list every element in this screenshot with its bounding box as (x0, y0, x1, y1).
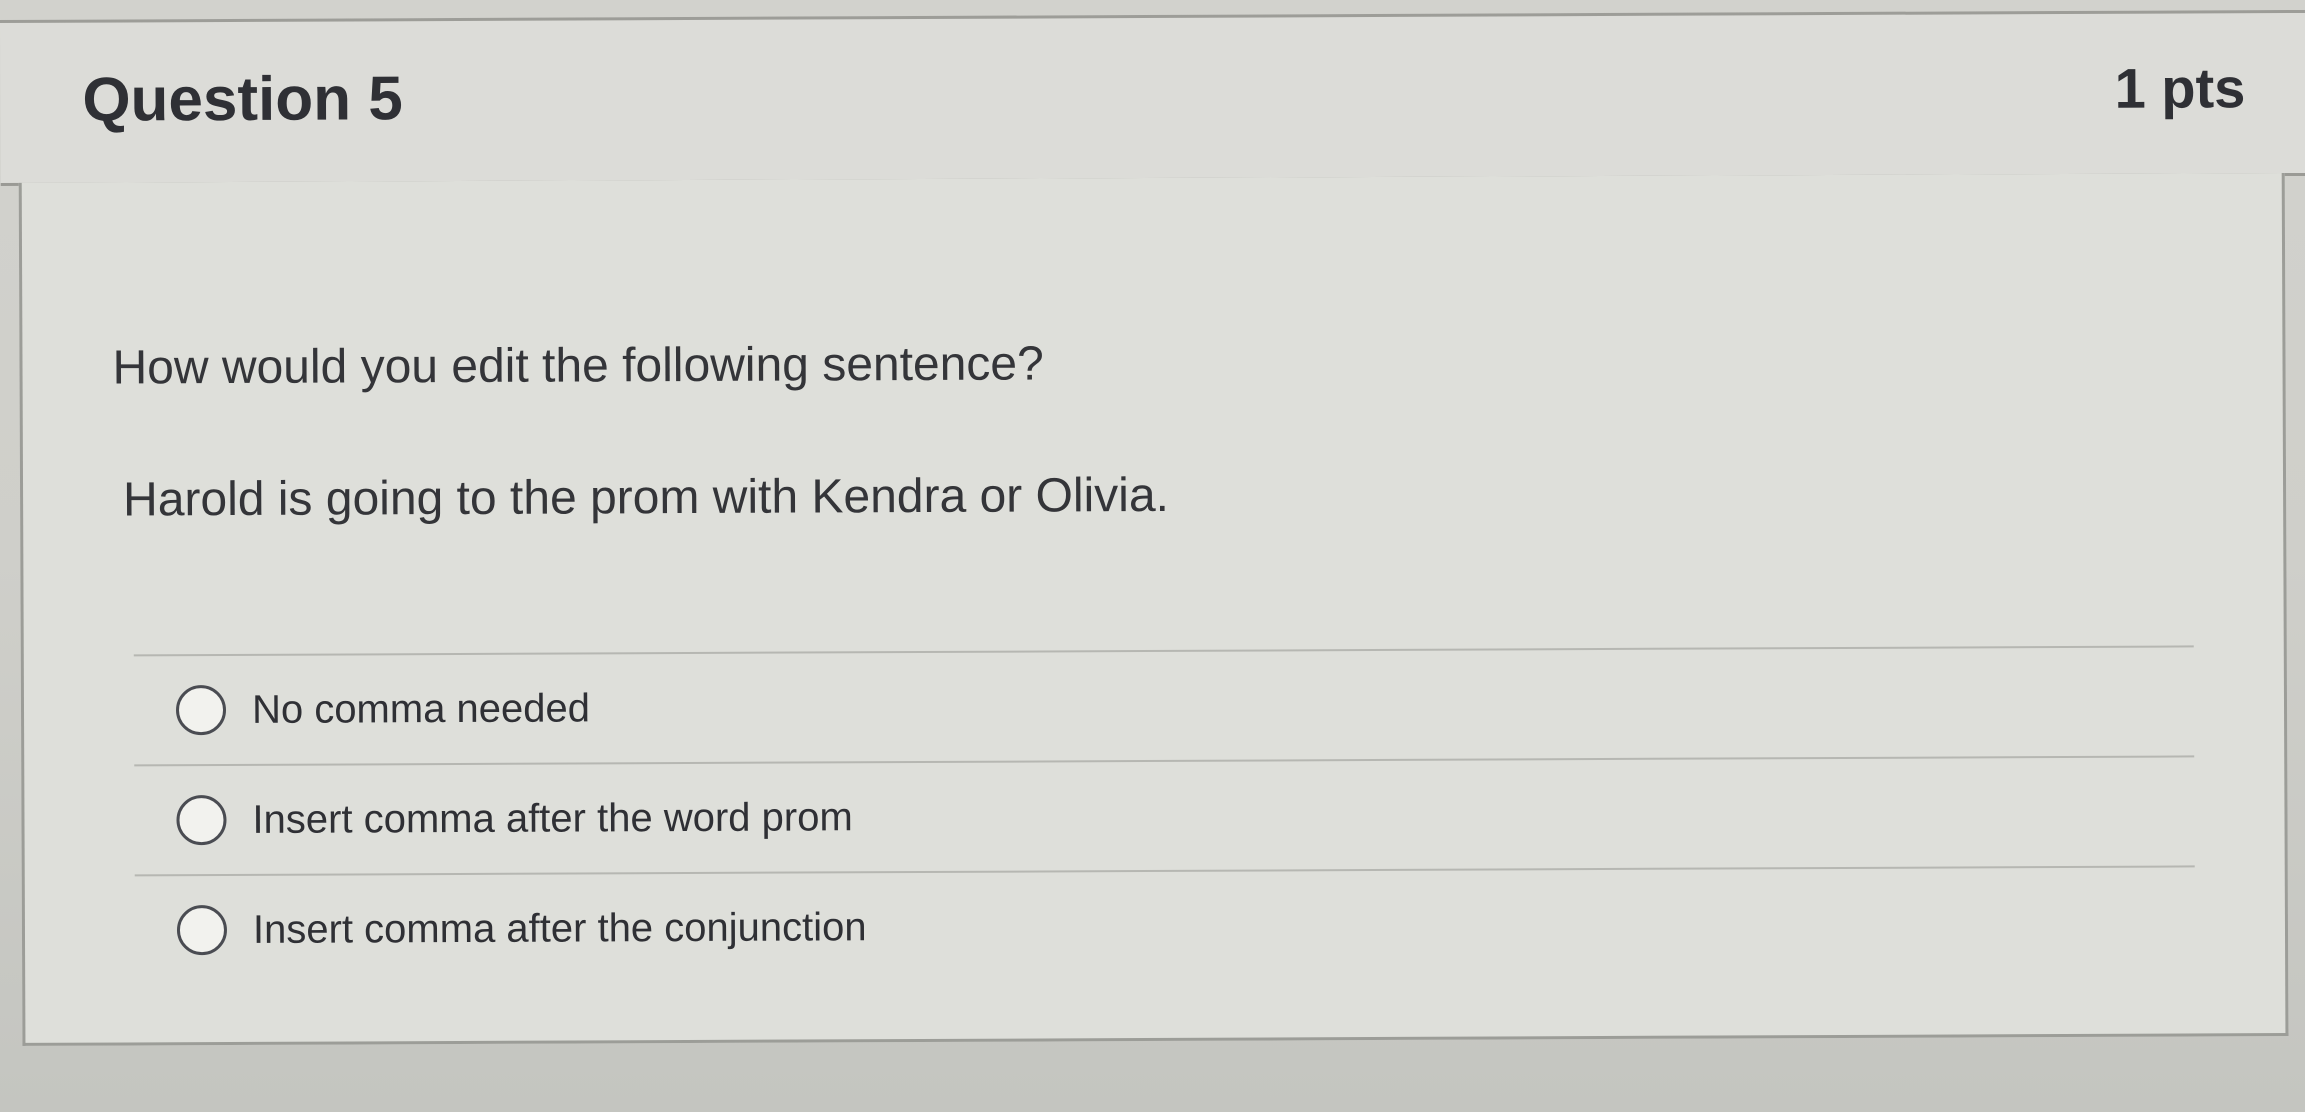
question-card: Question 5 1 pts How would you edit the … (0, 9, 2305, 1050)
answer-option-no-comma[interactable]: No comma needed (134, 647, 2194, 764)
answer-label: No comma needed (251, 685, 591, 732)
answer-label: Insert comma after the conjunction (252, 904, 867, 952)
question-title: Question 5 (82, 64, 403, 135)
radio-button-icon[interactable] (175, 685, 227, 736)
question-header: Question 5 1 pts (0, 9, 2305, 186)
question-body: How would you edit the following sentenc… (18, 173, 2289, 1046)
answer-list: No comma needed Insert comma after the w… (133, 645, 2195, 984)
radio-button-icon[interactable] (176, 795, 227, 846)
question-sentence: Harold is going to the prom with Kendra … (122, 468, 1170, 527)
question-points: 1 pts (2114, 56, 2246, 120)
answer-label: Insert comma after the word prom (252, 794, 853, 842)
answer-option-after-prom[interactable]: Insert comma after the word prom (134, 757, 2194, 874)
answer-option-after-conjunction[interactable]: Insert comma after the conjunction (135, 867, 2195, 984)
question-prompt: How would you edit the following sentenc… (112, 337, 1044, 395)
quiz-page: Question 5 1 pts How would you edit the … (0, 0, 2305, 1112)
radio-button-icon[interactable] (176, 905, 228, 956)
